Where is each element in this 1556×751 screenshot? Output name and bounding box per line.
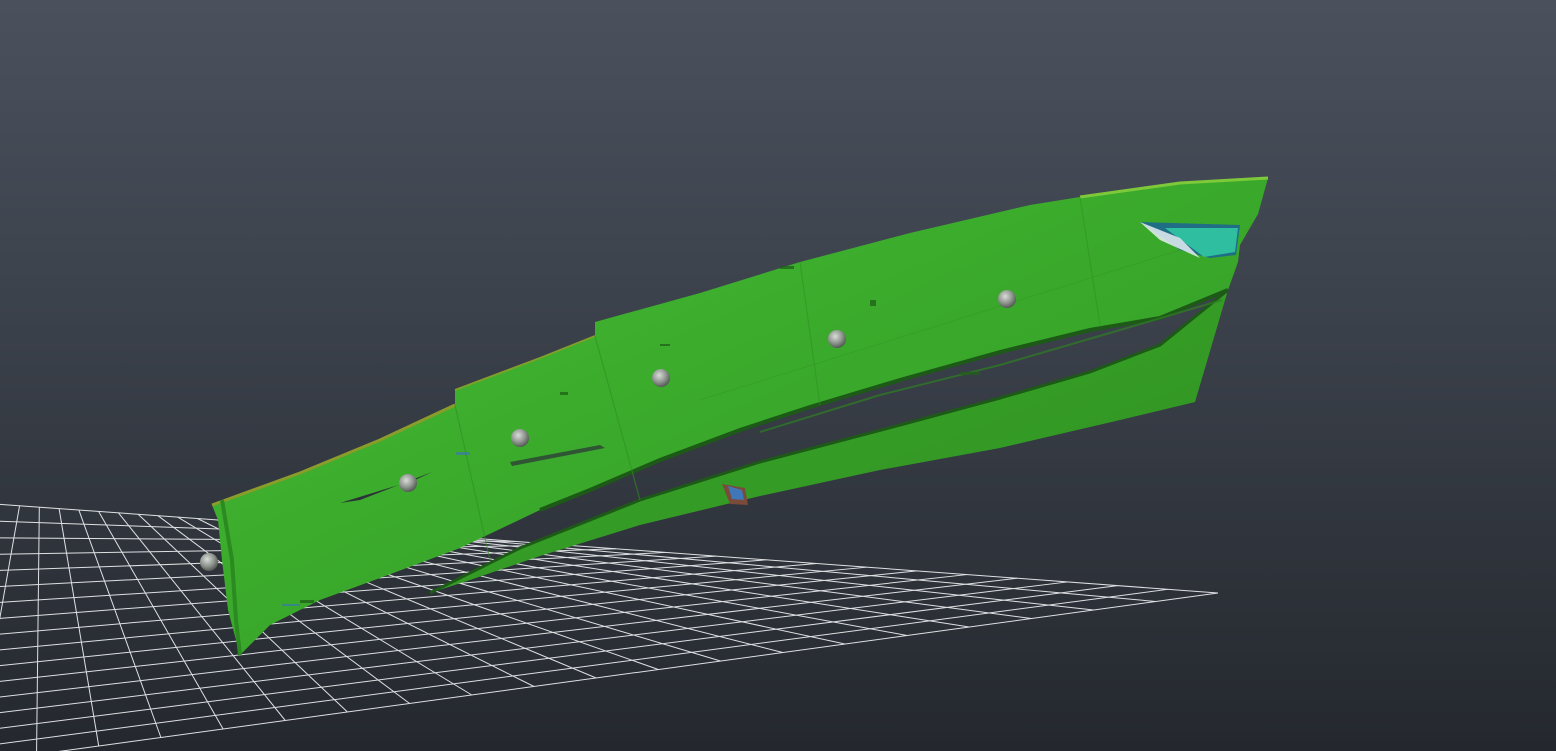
grid-line bbox=[58, 592, 1219, 751]
marker-sphere[interactable] bbox=[200, 553, 218, 571]
marker-sphere[interactable] bbox=[652, 369, 670, 387]
3d-viewport[interactable] bbox=[0, 0, 1556, 751]
marker-sphere[interactable] bbox=[828, 330, 846, 348]
grid-line bbox=[0, 505, 21, 620]
scene-canvas[interactable] bbox=[0, 0, 1556, 751]
marker-sphere[interactable] bbox=[511, 429, 529, 447]
marker-sphere[interactable] bbox=[998, 290, 1016, 308]
grid-line bbox=[0, 581, 1068, 714]
ground-grid bbox=[0, 503, 1219, 751]
grid-line bbox=[36, 507, 40, 751]
grid-line bbox=[0, 570, 917, 667]
grid-line bbox=[0, 566, 867, 651]
marker-sphere[interactable] bbox=[399, 474, 417, 492]
